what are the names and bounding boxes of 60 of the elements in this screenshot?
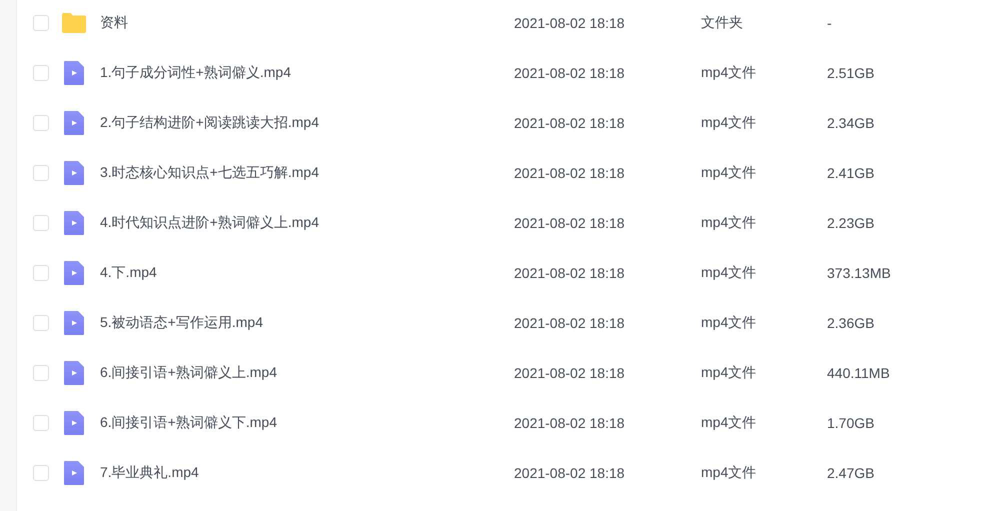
modified-date: 2021-08-02 18:18: [514, 15, 626, 31]
file-size: 2.47GB: [827, 465, 874, 481]
folder-icon: [62, 11, 86, 35]
video-file-icon: [62, 111, 86, 135]
file-size: 2.51GB: [827, 65, 874, 81]
video-file-icon: [62, 261, 86, 285]
file-type: mp4文件: [701, 414, 758, 432]
file-type: mp4文件: [701, 264, 758, 282]
modified-date: 2021-08-02 18:18: [514, 115, 626, 131]
file-type: mp4文件: [701, 214, 758, 232]
checkbox[interactable]: [33, 315, 49, 331]
file-name[interactable]: 7.毕业典礼.mp4: [100, 464, 514, 482]
video-file-icon: [62, 361, 86, 385]
checkbox[interactable]: [33, 465, 49, 481]
checkbox[interactable]: [33, 215, 49, 231]
file-name[interactable]: 4.时代知识点进阶+熟词僻义上.mp4: [100, 214, 514, 232]
file-type: mp4文件: [701, 364, 758, 382]
file-type: mp4文件: [701, 164, 758, 182]
file-type: 文件夹: [701, 14, 744, 32]
video-file-icon: [62, 161, 86, 185]
checkbox[interactable]: [33, 115, 49, 131]
file-type: mp4文件: [701, 64, 758, 82]
video-file-icon: [62, 61, 86, 85]
file-size: 2.34GB: [827, 115, 874, 131]
file-size: 373.13MB: [827, 265, 891, 281]
file-size: 2.41GB: [827, 165, 874, 181]
modified-date: 2021-08-02 18:18: [514, 65, 626, 81]
checkbox[interactable]: [33, 415, 49, 431]
file-size: 440.11MB: [827, 365, 890, 381]
file-name[interactable]: 5.被动语态+写作运用.mp4: [100, 314, 514, 332]
file-size: 2.23GB: [827, 215, 874, 231]
checkbox[interactable]: [33, 165, 49, 181]
file-type: mp4文件: [701, 114, 758, 132]
checkbox[interactable]: [33, 65, 49, 81]
modified-date: 2021-08-02 18:18: [514, 415, 626, 431]
checkbox[interactable]: [33, 365, 49, 381]
file-size: 2.36GB: [827, 315, 874, 331]
file-size: -: [827, 15, 832, 31]
video-file-icon: [62, 411, 86, 435]
file-name[interactable]: 资料: [100, 14, 514, 32]
checkbox[interactable]: [33, 15, 49, 31]
modified-date: 2021-08-02 18:18: [514, 365, 626, 381]
video-file-icon: [62, 211, 86, 235]
file-type: mp4文件: [701, 314, 758, 332]
modified-date: 2021-08-02 18:18: [514, 315, 626, 331]
file-type: mp4文件: [701, 464, 758, 482]
file-name[interactable]: 1.句子成分词性+熟词僻义.mp4: [100, 64, 514, 82]
file-name[interactable]: 2.句子结构进阶+阅读跳读大招.mp4: [100, 114, 514, 132]
video-file-icon: [62, 311, 86, 335]
file-name[interactable]: 3.时态核心知识点+七选五巧解.mp4: [100, 164, 514, 182]
modified-date: 2021-08-02 18:18: [514, 165, 626, 181]
file-name[interactable]: 4.下.mp4: [100, 264, 514, 282]
modified-date: 2021-08-02 18:18: [514, 465, 626, 481]
file-name[interactable]: 6.间接引语+熟词僻义上.mp4: [100, 364, 514, 382]
modified-date: 2021-08-02 18:18: [514, 215, 626, 231]
file-size: 1.70GB: [827, 415, 874, 431]
video-file-icon: [62, 461, 86, 485]
file-name[interactable]: 6.间接引语+熟词僻义下.mp4: [100, 414, 514, 432]
checkbox[interactable]: [33, 265, 49, 281]
modified-date: 2021-08-02 18:18: [514, 265, 626, 281]
